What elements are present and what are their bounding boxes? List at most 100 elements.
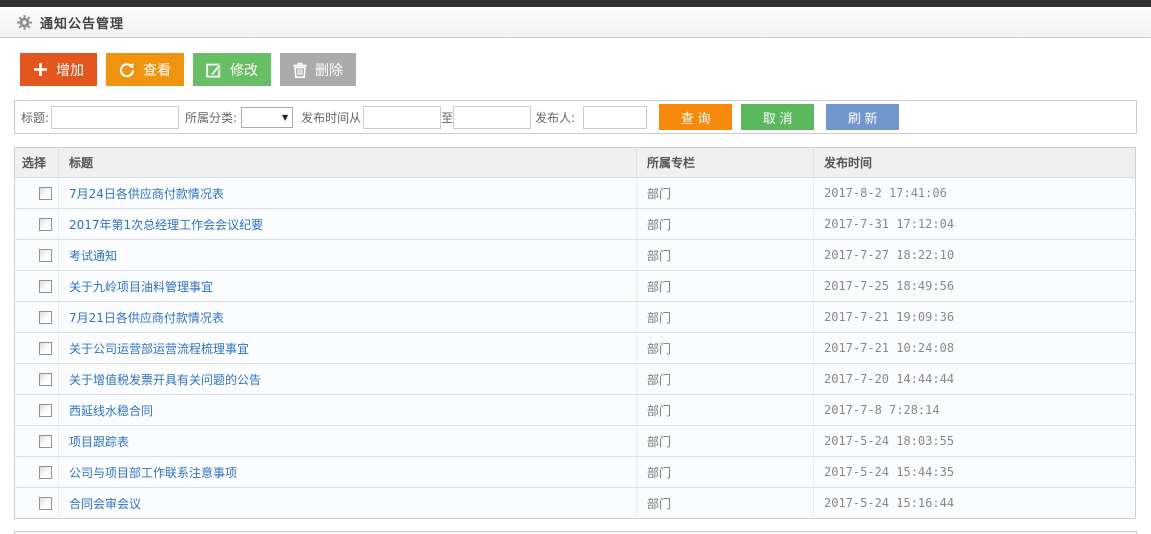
- table-header-row: 选择 标题 所属专栏 发布时间: [15, 148, 1136, 178]
- row-column-cell: 部门: [637, 457, 814, 488]
- trash-icon: [293, 62, 307, 78]
- row-publish-time-cell: 2017-7-25 18:49:56: [814, 271, 1136, 302]
- row-title-cell: 关于增值税发票开具有关问题的公告: [59, 364, 637, 395]
- edit-icon: [206, 62, 222, 78]
- row-checkbox[interactable]: [39, 218, 52, 231]
- row-column-cell: 部门: [637, 302, 814, 333]
- row-checkbox[interactable]: [39, 404, 52, 417]
- row-title-cell: 7月24日各供应商付款情况表: [59, 178, 637, 209]
- plus-icon: [33, 62, 48, 77]
- page-title: 通知公告管理: [40, 13, 124, 32]
- row-publish-time-cell: 2017-5-24 15:44:35: [814, 457, 1136, 488]
- row-checkbox[interactable]: [39, 249, 52, 262]
- date-from-input[interactable]: [363, 106, 441, 129]
- publisher-filter-input[interactable]: [583, 106, 647, 129]
- table-row: 考试通知 部门2017-7-27 18:22:10: [15, 240, 1136, 271]
- announcement-link[interactable]: 7月24日各供应商付款情况表: [69, 187, 224, 201]
- row-checkbox[interactable]: [39, 466, 52, 479]
- add-button-label: 增加: [56, 60, 84, 80]
- table-body: 7月24日各供应商付款情况表部门2017-8-2 17:41:062017年第1…: [15, 178, 1136, 519]
- row-select-cell: [15, 302, 59, 333]
- chevron-down-icon: ▼: [282, 113, 288, 122]
- delete-button-label: 删除: [315, 60, 343, 80]
- row-column-cell: 部门: [637, 488, 814, 519]
- row-checkbox[interactable]: [39, 311, 52, 324]
- header-title: 标题: [59, 148, 637, 178]
- row-column-cell: 部门: [637, 395, 814, 426]
- edit-button-label: 修改: [230, 60, 258, 80]
- row-title-cell: 项目跟踪表: [59, 426, 637, 457]
- table-row: 7月21日各供应商付款情况表部门2017-7-21 19:09:36: [15, 302, 1136, 333]
- table-row: 项目跟踪表部门2017-5-24 18:03:55: [15, 426, 1136, 457]
- row-checkbox[interactable]: [39, 435, 52, 448]
- page-header: 通知公告管理: [0, 7, 1151, 38]
- row-select-cell: [15, 271, 59, 302]
- view-button-label: 查看: [143, 60, 171, 80]
- row-title-cell: 西延线水稳合同: [59, 395, 637, 426]
- query-button[interactable]: 查 询: [659, 104, 732, 130]
- add-button[interactable]: 增加: [20, 53, 97, 86]
- announcement-link[interactable]: 2017年第1次总经理工作会会议纪要: [69, 218, 263, 232]
- refresh-icon: [119, 62, 135, 78]
- view-button[interactable]: 查看: [106, 53, 184, 86]
- announcement-link[interactable]: 合同会审会议: [69, 497, 141, 511]
- announcement-link[interactable]: 7月21日各供应商付款情况表: [69, 311, 224, 325]
- cancel-button[interactable]: 取 消: [741, 104, 814, 130]
- table-row: 西延线水稳合同部门2017-7-8 7:28:14: [15, 395, 1136, 426]
- row-select-cell: [15, 457, 59, 488]
- announcement-link[interactable]: 西延线水稳合同: [69, 404, 153, 418]
- row-column-cell: 部门: [637, 178, 814, 209]
- row-publish-time-cell: 2017-5-24 18:03:55: [814, 426, 1136, 457]
- table-row: 7月24日各供应商付款情况表 部门2017-8-2 17:41:06: [15, 178, 1136, 209]
- announcement-link[interactable]: 项目跟踪表: [69, 435, 129, 449]
- announcement-link[interactable]: 考试通知: [69, 249, 117, 263]
- row-checkbox[interactable]: [39, 187, 52, 200]
- row-title-cell: 关于九岭项目油料管理事宜: [59, 271, 637, 302]
- row-title-cell: 公司与项目部工作联系注意事项: [59, 457, 637, 488]
- row-select-cell: [15, 240, 59, 271]
- delete-button[interactable]: 删除: [280, 53, 356, 86]
- table-row: 公司与项目部工作联系注意事项 部门2017-5-24 15:44:35: [15, 457, 1136, 488]
- announcement-link[interactable]: 关于公司运营部运营流程梳理事宜: [69, 342, 249, 356]
- announcement-link[interactable]: 关于增值税发票开具有关问题的公告: [69, 373, 261, 387]
- announcement-link[interactable]: 关于九岭项目油料管理事宜: [69, 280, 213, 294]
- row-select-cell: [15, 426, 59, 457]
- row-title-cell: 合同会审会议: [59, 488, 637, 519]
- row-publish-time-cell: 2017-7-21 10:24:08: [814, 333, 1136, 364]
- row-title-cell: 2017年第1次总经理工作会会议纪要: [59, 209, 637, 240]
- row-column-cell: 部门: [637, 333, 814, 364]
- top-bar: [0, 0, 1151, 7]
- row-checkbox[interactable]: [39, 373, 52, 386]
- row-select-cell: [15, 488, 59, 519]
- date-to-label: 至: [441, 109, 453, 126]
- title-filter-label: 标题:: [21, 109, 49, 126]
- row-checkbox[interactable]: [39, 497, 52, 510]
- date-to-input[interactable]: [453, 106, 531, 129]
- header-publish-time: 发布时间: [814, 148, 1136, 178]
- row-title-cell: 考试通知: [59, 240, 637, 271]
- announcement-table: 选择 标题 所属专栏 发布时间 7月24日各供应商付款情况表部门2017-8-2…: [14, 147, 1136, 519]
- filter-bar: 标题: 所属分类: ▼ 发布时间从 至 发布人: 查 询 取 消 刷 新: [14, 100, 1137, 134]
- header-column: 所属专栏: [637, 148, 814, 178]
- title-filter-input[interactable]: [51, 106, 179, 129]
- row-publish-time-cell: 2017-8-2 17:41:06: [814, 178, 1136, 209]
- row-select-cell: [15, 333, 59, 364]
- row-select-cell: [15, 209, 59, 240]
- refresh-button[interactable]: 刷 新: [826, 104, 899, 130]
- row-column-cell: 部门: [637, 364, 814, 395]
- table-row: 2017年第1次总经理工作会会议纪要 部门2017-7-31 17:12:04: [15, 209, 1136, 240]
- publisher-filter-label: 发布人:: [535, 109, 575, 126]
- category-select[interactable]: ▼: [241, 107, 293, 128]
- announcement-link[interactable]: 公司与项目部工作联系注意事项: [69, 466, 237, 480]
- row-publish-time-cell: 2017-7-31 17:12:04: [814, 209, 1136, 240]
- row-checkbox[interactable]: [39, 280, 52, 293]
- row-checkbox[interactable]: [39, 342, 52, 355]
- table-row: 关于增值税发票开具有关问题的公告部门2017-7-20 14:44:44: [15, 364, 1136, 395]
- row-publish-time-cell: 2017-7-27 18:22:10: [814, 240, 1136, 271]
- date-from-label: 发布时间从: [301, 109, 361, 126]
- edit-button[interactable]: 修改: [193, 53, 271, 86]
- row-column-cell: 部门: [637, 240, 814, 271]
- row-title-cell: 关于公司运营部运营流程梳理事宜: [59, 333, 637, 364]
- row-column-cell: 部门: [637, 209, 814, 240]
- category-filter-label: 所属分类:: [185, 109, 237, 126]
